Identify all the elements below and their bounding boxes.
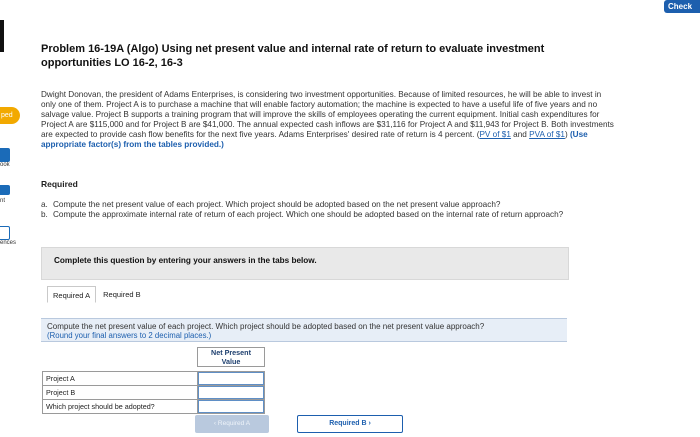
references-icon[interactable] [0,226,10,240]
table-row: Which project should be adopted? [42,399,265,414]
sidebar: ped ook nt ences [0,0,20,437]
instruction-box: Complete this question by entering your … [41,247,569,280]
pv-table-link[interactable]: PV of $1 [479,130,510,139]
table-row: Project A [42,371,265,386]
required-heading: Required [41,179,78,189]
banner-rounding-note: (Round your final answers to 2 decimal p… [47,331,212,340]
requirement-item: a. Compute the net present value of each… [41,200,631,210]
requirement-key: b. [41,210,48,219]
row-label: Which project should be adopted? [42,399,198,414]
requirement-text: Compute the approximate internal rate of… [53,210,564,219]
column-header-npv: Net Present Value [197,347,265,367]
row-label: Project A [42,371,198,386]
project-b-npv-input[interactable] [198,386,264,399]
requirement-key: a. [41,200,48,209]
banner-question: Compute the net present value of each pr… [47,322,485,331]
sidebar-item-label: ped [1,112,13,119]
link-conjunction: and [513,130,527,140]
project-adopted-select[interactable] [198,400,264,413]
sidebar-active-indicator [0,20,4,52]
answer-tabs: Required A Required B [47,286,148,303]
question-banner: Compute the net present value of each pr… [41,318,567,342]
table-corner [43,348,198,367]
pva-table-link[interactable]: PVA of $1 [529,130,565,139]
check-button[interactable]: Check [664,0,700,13]
problem-body: Dwight Donovan, the president of Adams E… [41,90,614,150]
requirements-list: a. Compute the net present value of each… [41,200,631,220]
sidebar-item-label[interactable]: ences [0,240,16,246]
table-row: Project B [42,385,265,400]
tab-required-a[interactable]: Required A [47,286,97,303]
print-icon[interactable] [0,185,10,195]
sidebar-item-label[interactable]: ook [0,162,10,168]
next-required-button[interactable]: Required B › [297,415,403,433]
requirement-item: b. Compute the approximate internal rate… [41,210,631,220]
instruction-text: Complete this question by entering your … [54,256,317,265]
problem-title: Problem 16-19A (Algo) Using net present … [41,43,545,69]
sidebar-item-label[interactable]: nt [0,198,5,204]
project-a-npv-input[interactable] [198,372,264,385]
prev-required-button[interactable]: ‹ Required A [195,415,269,433]
problem-text: Dwight Donovan, the president of Adams E… [41,90,614,140]
answer-table: Net Present Value Project A Project B Wh… [42,347,265,414]
book-icon[interactable] [0,148,10,162]
tab-required-b[interactable]: Required B [98,286,146,303]
requirement-text: Compute the net present value of each pr… [53,200,501,209]
row-label: Project B [42,385,198,400]
sidebar-item-ped[interactable]: ped [0,107,20,124]
